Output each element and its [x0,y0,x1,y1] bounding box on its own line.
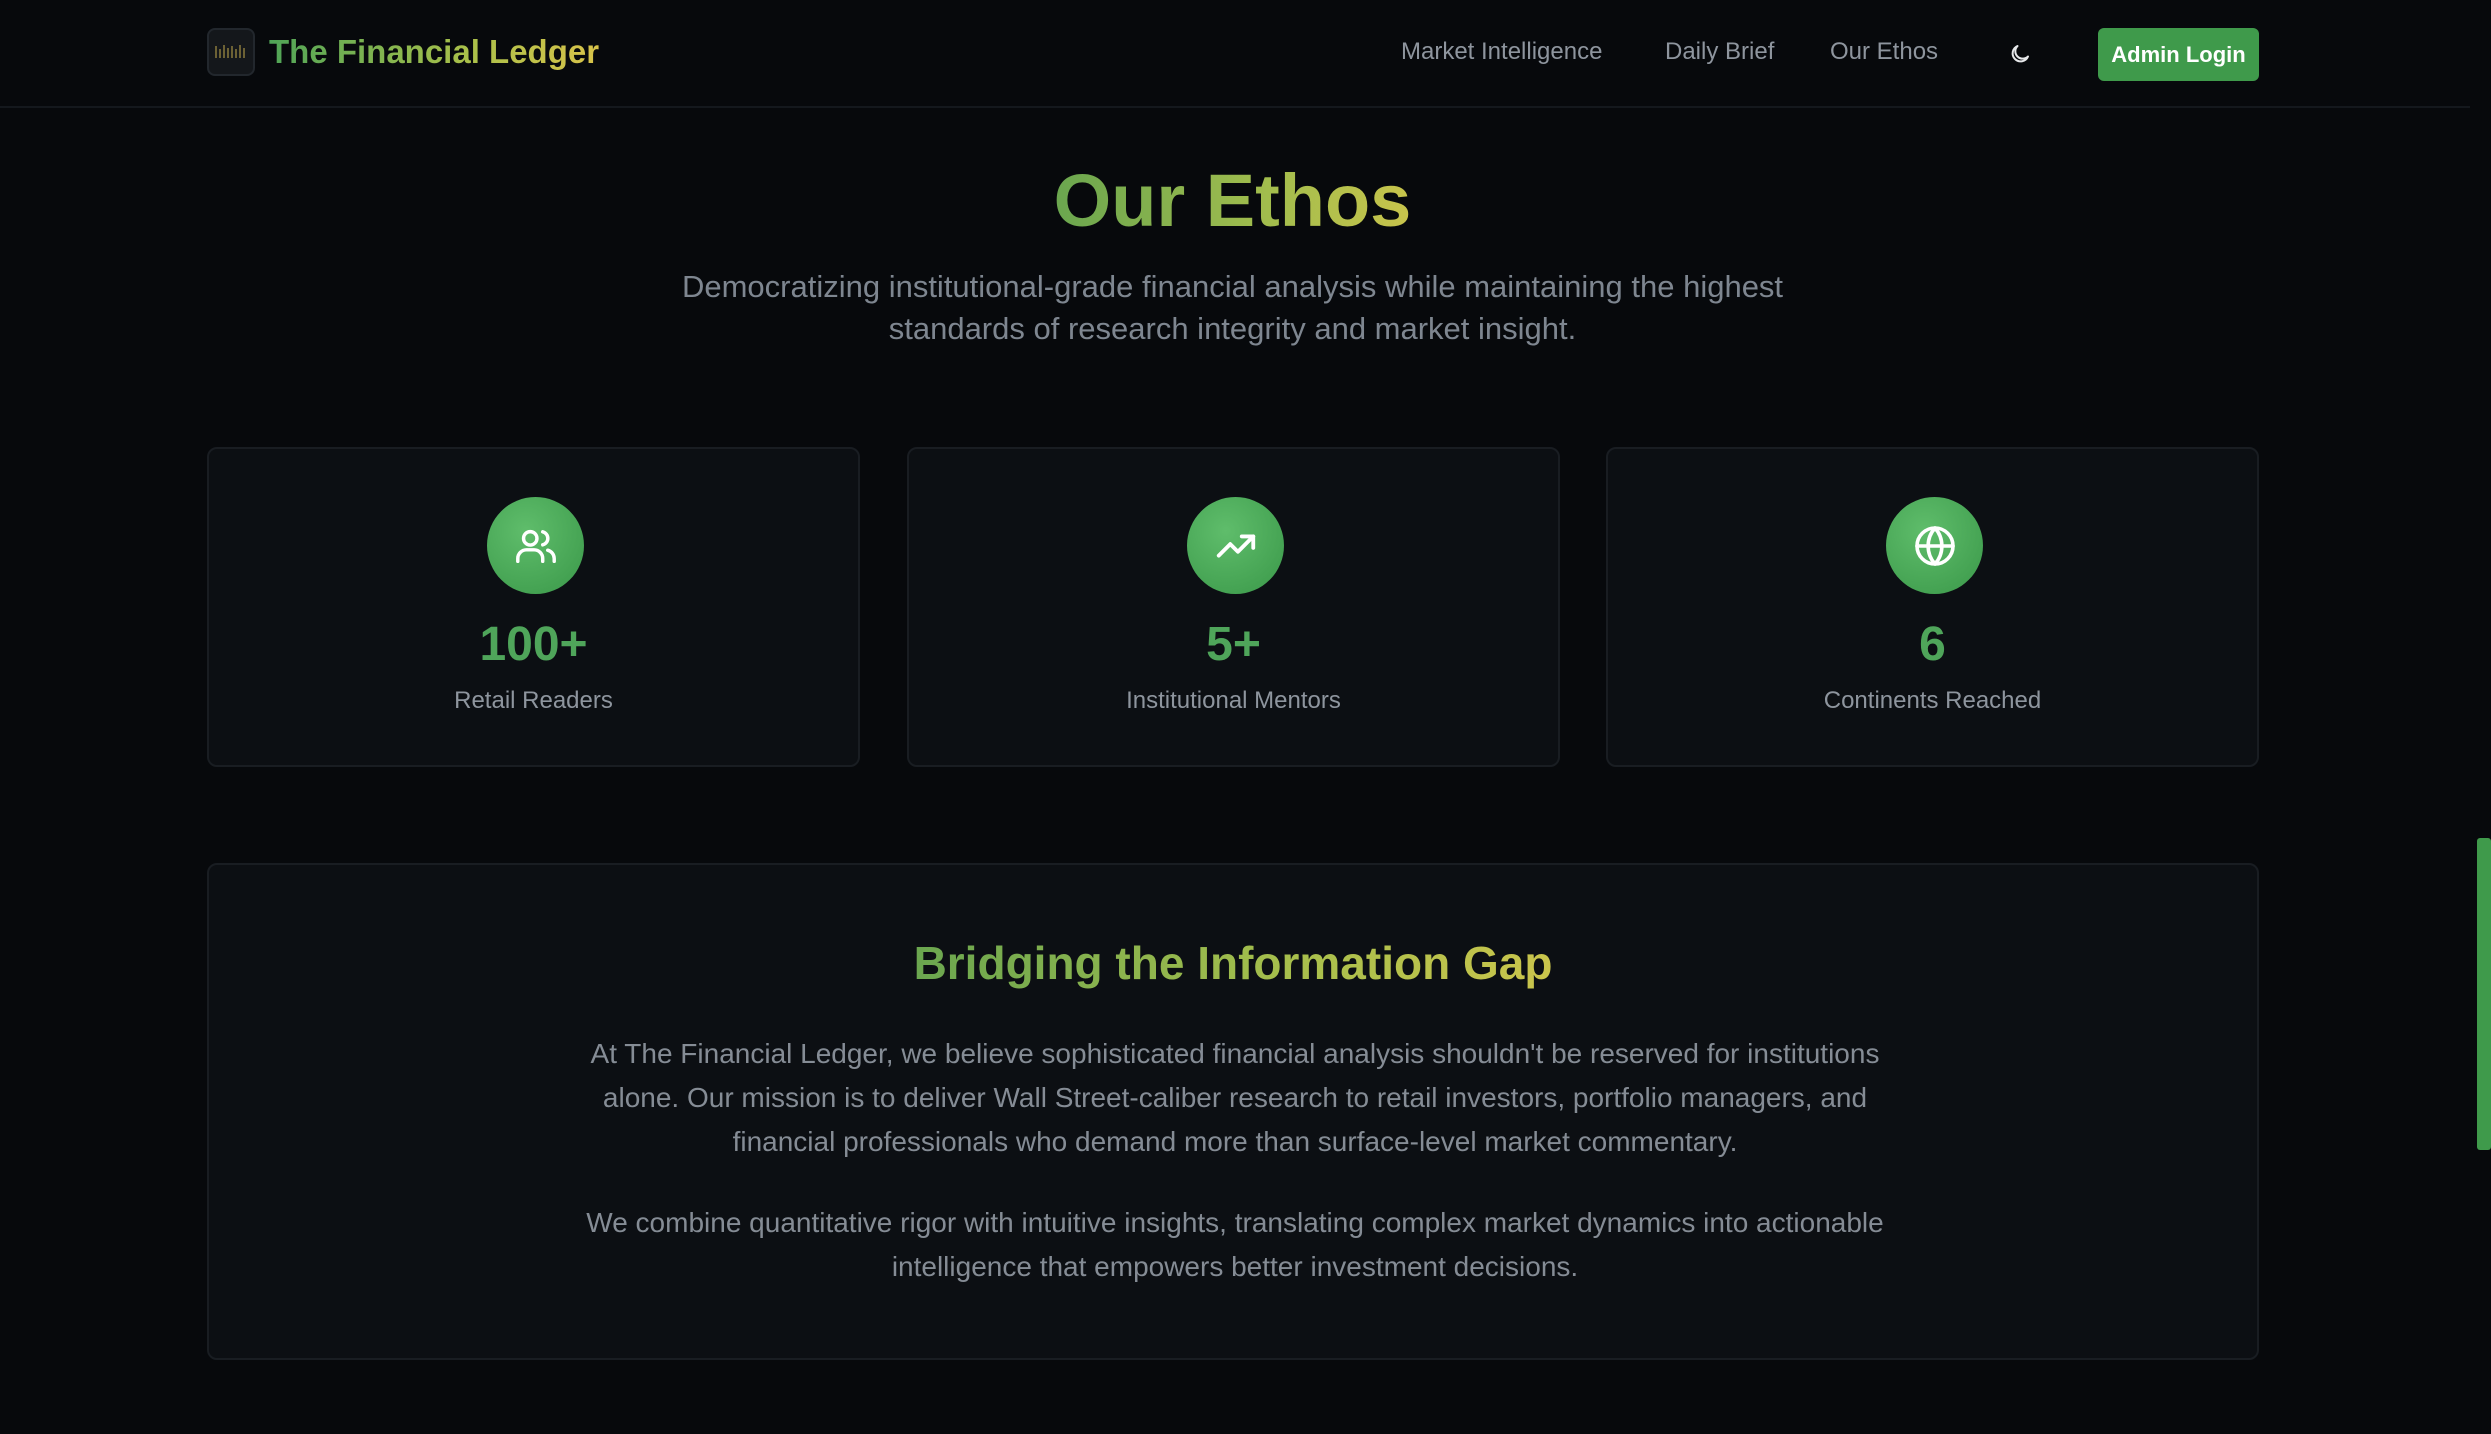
logo-icon [207,28,255,76]
scrollbar-thumb[interactable] [2477,838,2491,1150]
nav-market-intelligence[interactable]: Market Intelligence [1401,38,1602,66]
page-subtitle: Democratizing institutional-grade financ… [640,266,1825,350]
admin-login-button[interactable]: Admin Login [2098,28,2259,81]
page: The Financial Ledger Market Intelligence… [0,0,2491,1434]
mission-paragraph: At The Financial Ledger, we believe soph… [590,1038,1880,1157]
nav-daily-brief[interactable]: Daily Brief [1665,38,1774,66]
stat-label: Continents Reached [1823,687,2042,714]
page-subtitle-line: standards of research integrity and mark… [888,311,1577,346]
stat-label: Institutional Mentors [1126,687,1341,714]
stat-card-continents: 6 Continents Reached [1606,447,2259,767]
globe-icon [1886,497,1983,594]
stat-label: Retail Readers [454,687,613,714]
stat-card-readers: 100+ Retail Readers [207,447,860,767]
brand[interactable]: The Financial Ledger [207,28,599,76]
theme-toggle-button[interactable] [1998,36,2042,72]
stat-value: 6 [1919,618,1946,671]
stat-value: 5+ [1206,618,1261,671]
page-title: Our Ethos [1053,159,1412,242]
scrollbar-track[interactable] [2470,0,2491,1434]
page-subtitle-line: Democratizing institutional-grade financ… [681,269,1784,304]
mission-paragraph: We combine quantitative rigor with intui… [586,1207,1884,1282]
mission-title: Bridging the Information Gap [913,937,1553,989]
stat-value: 100+ [479,618,588,671]
trending-up-icon [1187,497,1284,594]
mission-card: Bridging the Information Gap At The Fina… [207,863,2259,1360]
site-header: The Financial Ledger Market Intelligence… [0,0,2470,108]
brand-name: The Financial Ledger [269,33,600,70]
stat-card-mentors: 5+ Institutional Mentors [907,447,1560,767]
users-icon [487,497,584,594]
moon-icon [2011,45,2029,63]
nav-our-ethos[interactable]: Our Ethos [1830,38,1938,66]
